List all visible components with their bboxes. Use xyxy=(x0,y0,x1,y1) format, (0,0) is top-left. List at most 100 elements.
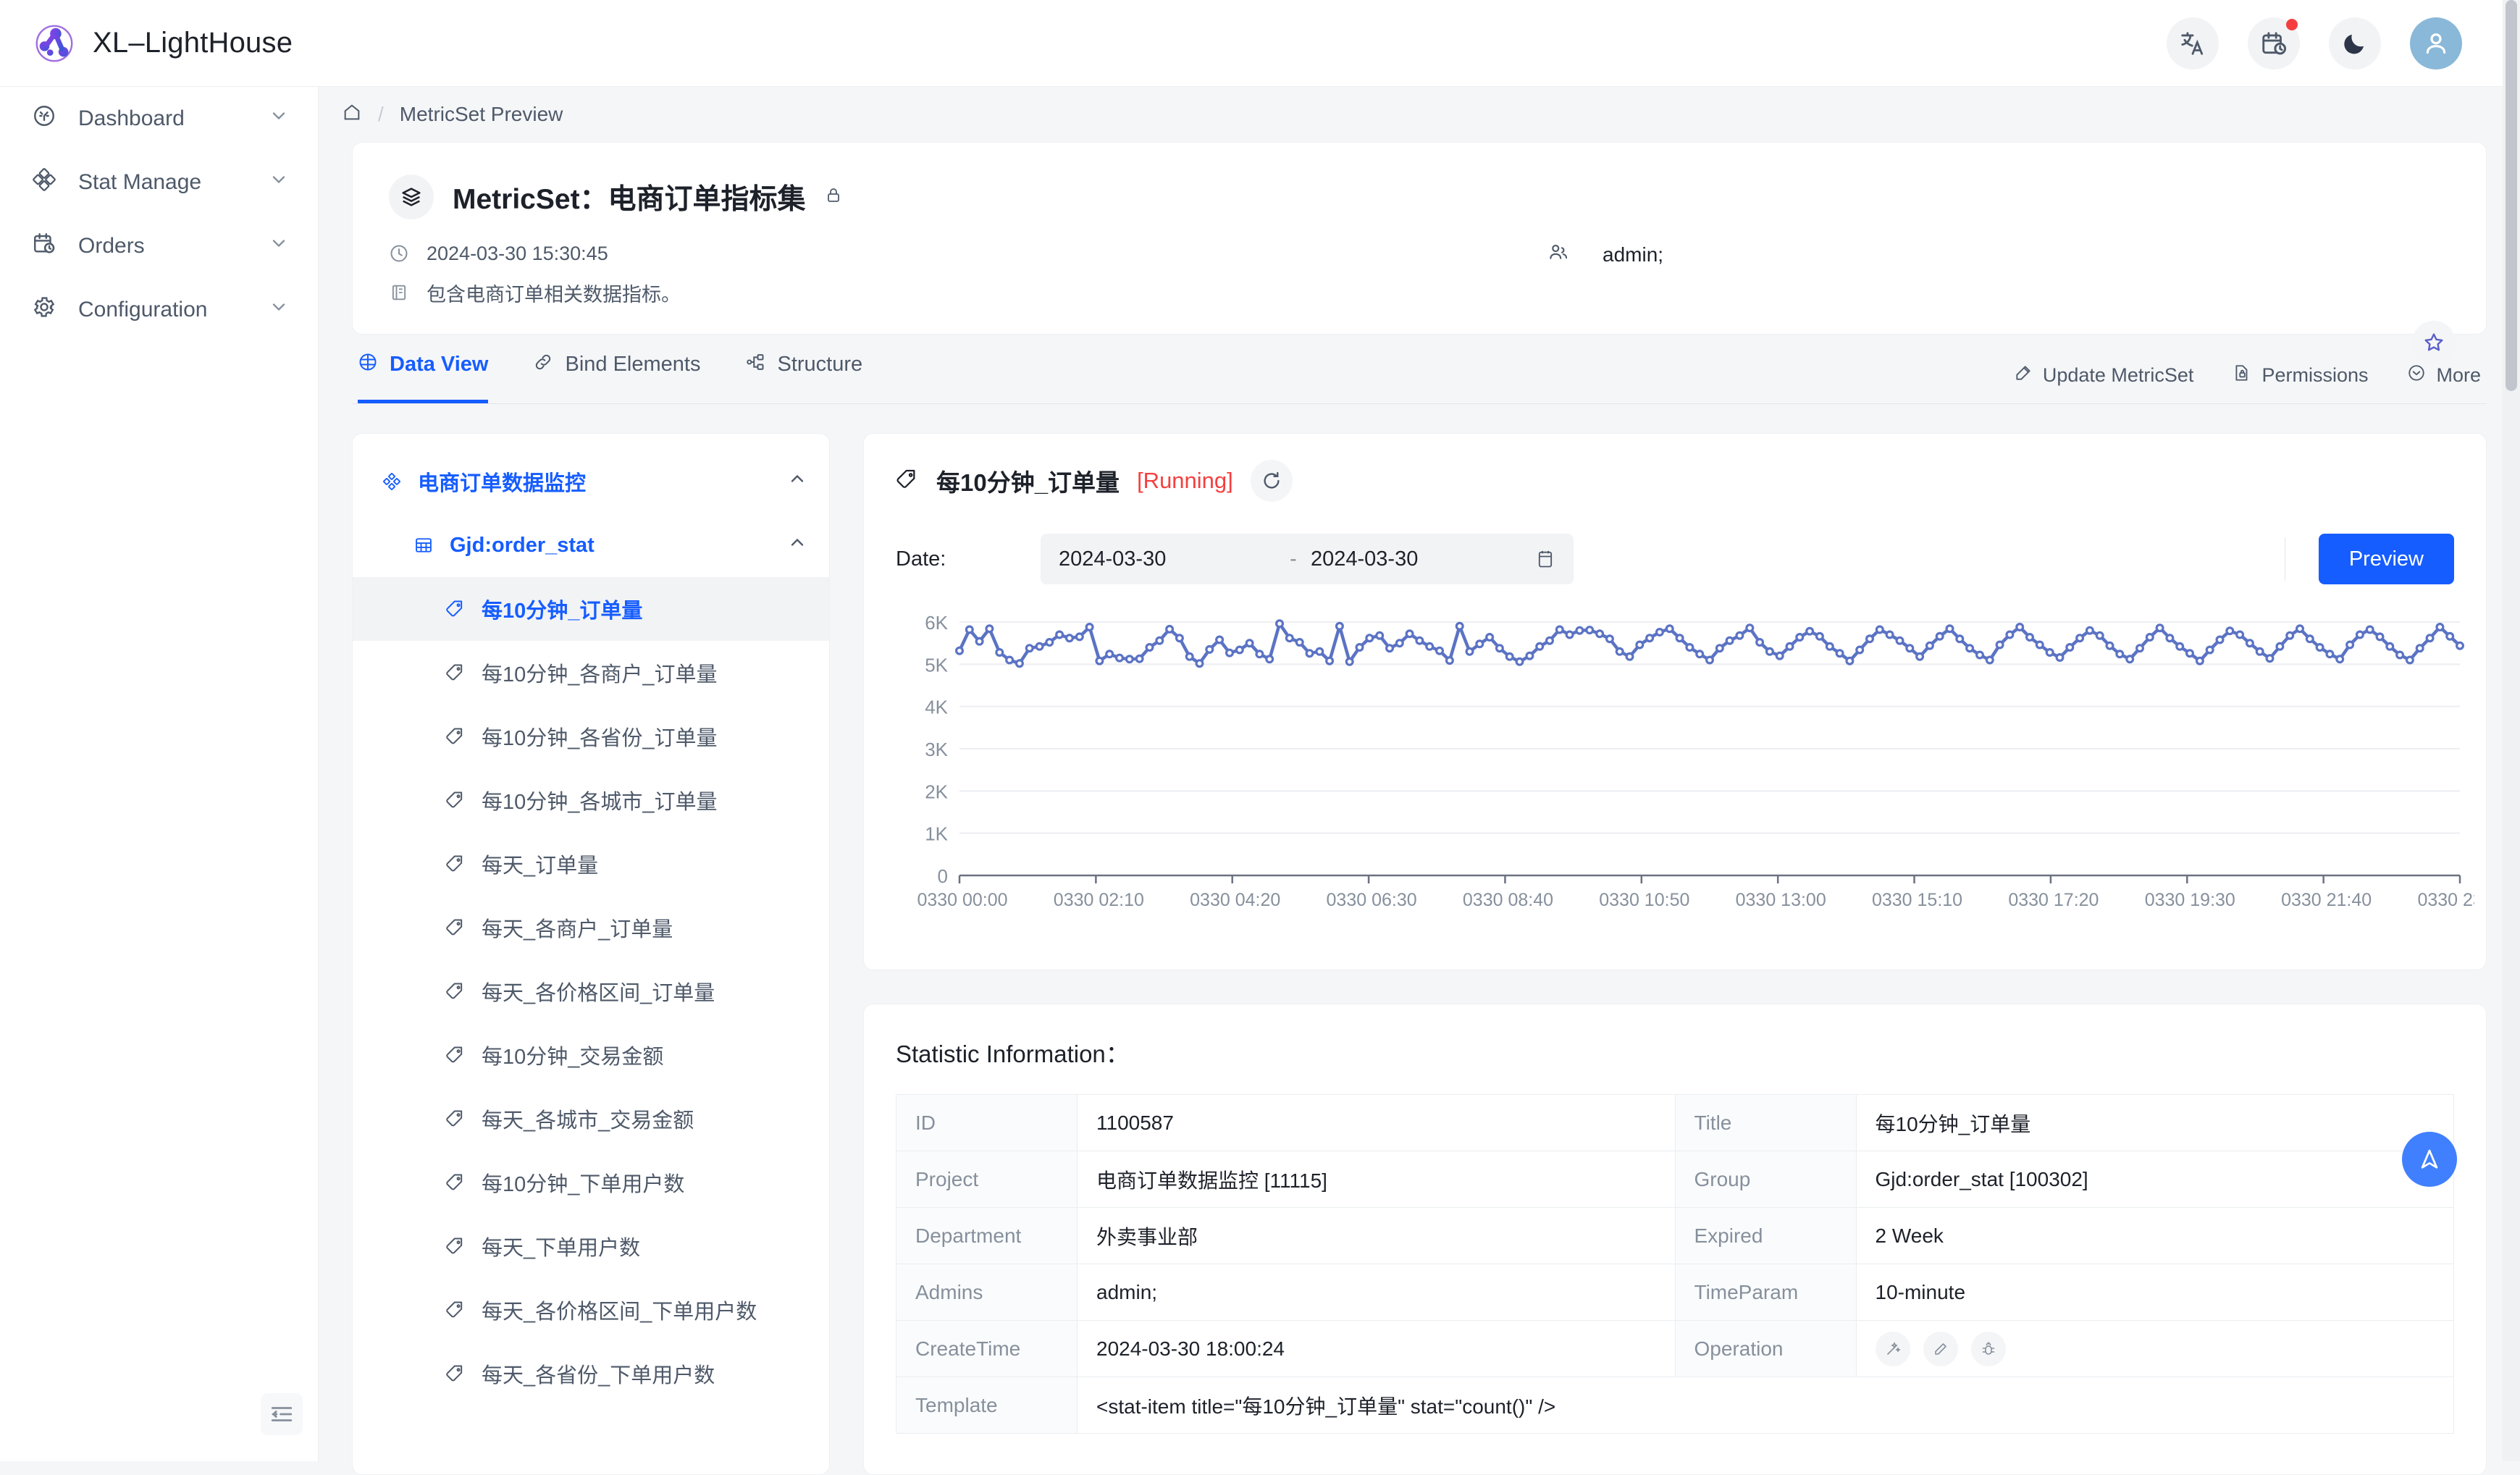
stats-value: 每10分钟_订单量 xyxy=(1855,1094,2454,1151)
tab-label: Structure xyxy=(777,353,863,376)
stats-key: Expired xyxy=(1674,1207,1857,1264)
tree-node-project[interactable]: 电商订单数据监控 xyxy=(353,450,829,513)
stats-key: ID xyxy=(896,1094,1078,1151)
top-bar: XL–LightHouse xyxy=(0,0,2520,87)
tabs: Data View Bind Elements Structure xyxy=(358,334,862,403)
tree-item-metric-0[interactable]: 每10分钟_订单量 xyxy=(353,577,829,641)
tree-item-metric-11[interactable]: 每天_各价格区间_下单用户数 xyxy=(353,1278,829,1342)
tag-icon xyxy=(445,1363,466,1384)
table-row: CreateTime 2024-03-30 18:00:24 Operation xyxy=(896,1320,2454,1377)
sidebar-item-orders[interactable]: Orders xyxy=(0,214,318,278)
more-button[interactable]: More xyxy=(2407,364,2481,387)
tab-action-label: Permissions xyxy=(2261,364,2369,386)
main-content: / MetricSet Preview MetricSet：电商订单指标集 20… xyxy=(319,87,2520,1475)
tree-item-metric-2[interactable]: 每10分钟_各省份_订单量 xyxy=(353,705,829,768)
tree-node-label: Gjd:order_stat xyxy=(450,533,595,557)
metricset-admins-label: admin; xyxy=(1603,243,1664,266)
star-icon[interactable] xyxy=(2412,321,2456,364)
scrollbar-thumb[interactable] xyxy=(2506,0,2517,391)
chevron-down-icon[interactable] xyxy=(269,297,289,323)
breadcrumb: / MetricSet Preview xyxy=(319,87,2520,142)
tab-data-view[interactable]: Data View xyxy=(358,334,489,403)
date-start-input[interactable]: 2024-03-30 xyxy=(1059,547,1276,571)
permissions-button[interactable]: Permissions xyxy=(2233,364,2368,387)
stats-table: ID 1100587 Title 每10分钟_订单量 Project 电商订单数… xyxy=(896,1094,2454,1434)
stats-value: 10-minute xyxy=(1855,1264,2454,1321)
tree-item-metric-1[interactable]: 每10分钟_各商户_订单量 xyxy=(353,641,829,705)
edit-pencil-icon[interactable] xyxy=(1923,1331,1958,1366)
metricset-admins: admin; xyxy=(1547,238,1663,268)
tree-item-metric-7[interactable]: 每10分钟_交易金额 xyxy=(353,1023,829,1087)
sidebar-item-label: Dashboard xyxy=(78,106,185,130)
tab-bind-elements[interactable]: Bind Elements xyxy=(533,334,700,403)
svg-text:1K: 1K xyxy=(925,823,948,845)
tree-item-metric-8[interactable]: 每天_各城市_交易金额 xyxy=(353,1087,829,1151)
metricset-title-row: MetricSet：电商订单指标集 xyxy=(389,175,2450,219)
table-row: Project 电商订单数据监控 [11115] Group Gjd:order… xyxy=(896,1151,2454,1208)
svg-text:0330 00:00: 0330 00:00 xyxy=(917,890,1007,910)
svg-text:0330 06:30: 0330 06:30 xyxy=(1327,890,1417,910)
app-logo-icon xyxy=(35,25,73,62)
debug-bug-icon[interactable] xyxy=(1970,1331,2006,1366)
scroll-to-top-icon[interactable] xyxy=(2402,1132,2457,1187)
tag-icon xyxy=(445,1045,466,1065)
chevron-up-icon[interactable] xyxy=(787,468,807,495)
preview-button[interactable]: Preview xyxy=(2318,534,2454,584)
brand[interactable]: XL–LightHouse xyxy=(32,21,293,66)
orders-icon xyxy=(32,231,56,261)
user-avatar[interactable] xyxy=(2410,17,2462,70)
sidebar-item-configuration[interactable]: Configuration xyxy=(0,278,318,342)
link-icon xyxy=(533,352,553,378)
chevron-down-icon[interactable] xyxy=(269,169,289,196)
translate-icon[interactable] xyxy=(2167,17,2219,70)
right-column: 每10分钟_订单量 [Running] Date: 2024-03-30 - 2… xyxy=(863,433,2487,1475)
tag-icon xyxy=(445,599,466,619)
more-icon xyxy=(2407,364,2426,387)
chevron-down-icon[interactable] xyxy=(269,233,289,259)
stats-title: Statistic Information： xyxy=(896,1041,1130,1067)
tree-node-group[interactable]: Gjd:order_stat xyxy=(353,513,829,577)
tag-icon xyxy=(896,468,919,495)
stats-key: Group xyxy=(1674,1151,1857,1208)
metricset-description: 包含电商订单相关数据指标。 xyxy=(427,283,681,306)
sidebar-item-dashboard[interactable]: Dashboard xyxy=(0,87,318,151)
stats-key: Project xyxy=(896,1151,1078,1208)
chevron-down-icon[interactable] xyxy=(269,106,289,132)
svg-text:6K: 6K xyxy=(925,612,948,634)
home-icon[interactable] xyxy=(342,102,362,127)
sidebar-item-stat-manage[interactable]: Stat Manage xyxy=(0,151,318,214)
tree-item-metric-5[interactable]: 每天_各商户_订单量 xyxy=(353,896,829,959)
tree-item-label: 每天_各省份_下单用户数 xyxy=(482,1364,715,1387)
page-scrollbar[interactable] xyxy=(2503,0,2520,1461)
stats-key: Operation xyxy=(1674,1320,1857,1377)
tree-item-metric-10[interactable]: 每天_下单用户数 xyxy=(353,1214,829,1278)
schedule-icon[interactable] xyxy=(2248,17,2300,70)
tree-item-metric-6[interactable]: 每天_各价格区间_订单量 xyxy=(353,959,829,1023)
magic-icon[interactable] xyxy=(1875,1331,1910,1366)
tree-item-metric-9[interactable]: 每10分钟_下单用户数 xyxy=(353,1151,829,1214)
tree-item-metric-12[interactable]: 每天_各省份_下单用户数 xyxy=(353,1342,829,1405)
chevron-up-icon[interactable] xyxy=(787,532,807,558)
table-row: ID 1100587 Title 每10分钟_订单量 xyxy=(896,1094,2454,1151)
tree-item-metric-3[interactable]: 每10分钟_各城市_订单量 xyxy=(353,768,829,832)
metricset-meta: 2024-03-30 15:30:45 包含电商订单相关数据指标。 admin; xyxy=(389,238,2450,308)
refresh-icon[interactable] xyxy=(1250,460,1293,502)
collapse-sidebar-icon[interactable] xyxy=(261,1393,303,1435)
layers-icon xyxy=(389,175,434,219)
dark-mode-icon[interactable] xyxy=(2329,17,2381,70)
tab-structure[interactable]: Structure xyxy=(745,334,862,403)
calendar-icon[interactable] xyxy=(1535,549,1555,569)
tree-item-label: 每天_下单用户数 xyxy=(482,1237,641,1260)
update-metricset-button[interactable]: Update MetricSet xyxy=(2014,364,2193,387)
statistic-information-card: Statistic Information： ID 1100587 Title … xyxy=(863,1004,2487,1475)
date-range-picker[interactable]: 2024-03-30 - 2024-03-30 xyxy=(1041,534,1574,584)
date-end-input[interactable]: 2024-03-30 xyxy=(1311,547,1528,571)
svg-text:0330 19:30: 0330 19:30 xyxy=(2145,890,2235,910)
breadcrumb-separator: / xyxy=(378,103,384,125)
date-label: Date: xyxy=(896,547,946,571)
tree-item-label: 每天_各商户_订单量 xyxy=(482,918,673,941)
tree-node-label: 电商订单数据监控 xyxy=(418,472,587,495)
stats-key: CreateTime xyxy=(896,1320,1078,1377)
tag-icon xyxy=(445,917,466,938)
tree-item-metric-4[interactable]: 每天_订单量 xyxy=(353,832,829,896)
